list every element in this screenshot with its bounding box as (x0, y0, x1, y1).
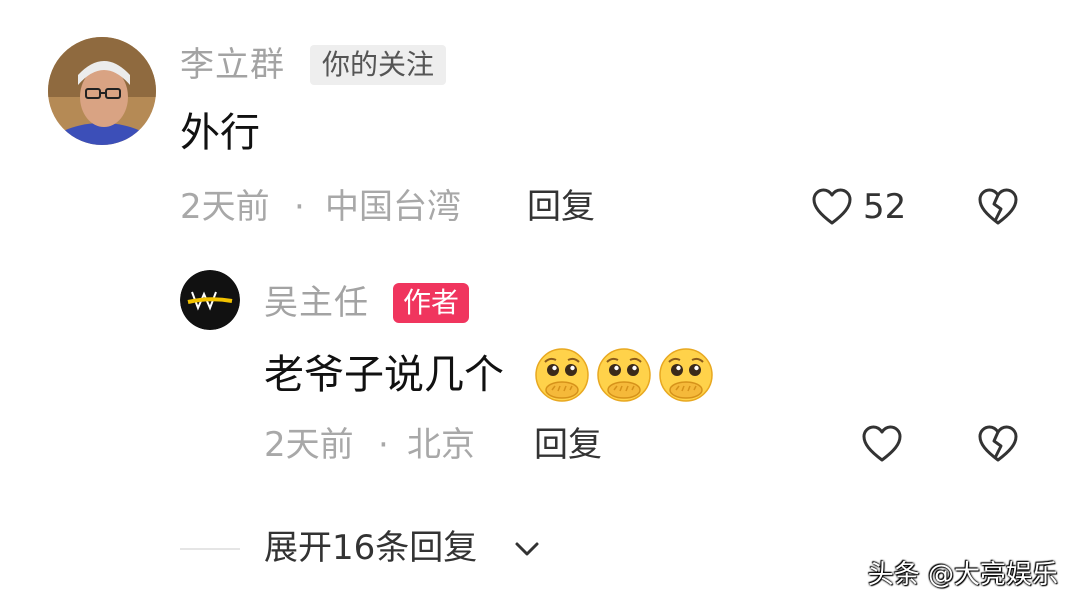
pleading-face-icon (597, 348, 651, 402)
broken-heart-icon[interactable] (976, 185, 1020, 229)
follow-badge: 你的关注 (310, 45, 447, 85)
commenter-name[interactable]: 李立群 (180, 45, 285, 85)
commenter-avatar[interactable] (48, 37, 156, 145)
chevron-down-icon[interactable] (512, 536, 542, 562)
comment-time: 2天前 (180, 187, 270, 227)
reply-time: 2天前 (264, 425, 354, 465)
comment-text: 外行 (180, 110, 260, 156)
emoji-group (533, 346, 715, 404)
expand-divider (180, 548, 240, 550)
reply-reply-button[interactable]: 回复 (534, 425, 602, 465)
heart-outline-icon[interactable] (860, 422, 904, 466)
pleading-face-icon (535, 348, 589, 402)
reply-author-avatar[interactable] (180, 270, 240, 330)
like-count: 52 (863, 187, 907, 227)
reply-separator: · (378, 425, 389, 465)
reply-text: 老爷子说几个 (264, 352, 504, 398)
expand-replies-button[interactable]: 展开16条回复 (264, 528, 477, 568)
reply-location: 北京 (407, 425, 475, 465)
broken-heart-icon[interactable] (976, 422, 1020, 466)
comment-separator: · (294, 187, 305, 227)
reply-author-name[interactable]: 吴主任 (264, 283, 369, 323)
watermark: 头条 @大亮娱乐 (867, 560, 1058, 590)
comment-location: 中国台湾 (325, 187, 461, 227)
pleading-face-icon (659, 348, 713, 402)
author-badge: 作者 (393, 283, 470, 323)
comment-reply-button[interactable]: 回复 (527, 187, 595, 227)
heart-outline-icon[interactable] (810, 185, 854, 229)
